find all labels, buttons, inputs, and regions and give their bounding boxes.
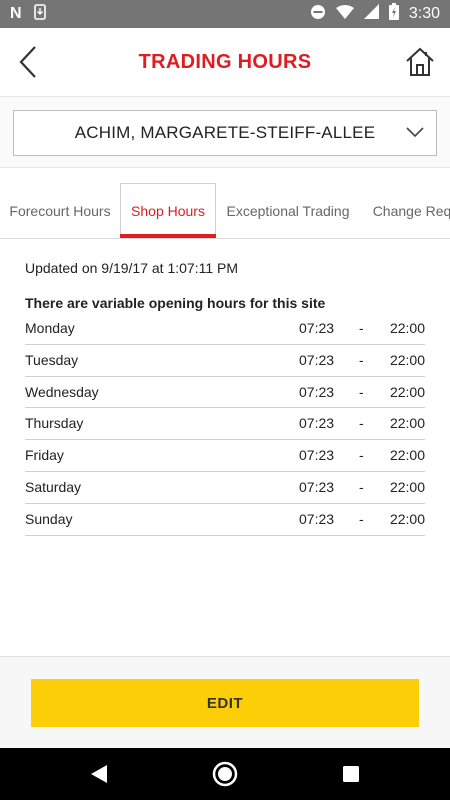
chevron-down-icon — [406, 125, 424, 143]
open-time: 07:23 — [299, 510, 335, 527]
do-not-disturb-icon — [310, 4, 326, 25]
open-time: 07:23 — [299, 478, 335, 495]
tab-forecourt-hours[interactable]: Forecourt Hours — [0, 183, 120, 238]
close-time: 22:00 — [389, 383, 425, 400]
table-row: Wednesday 07:23 - 22:00 — [25, 377, 425, 409]
back-chevron-icon — [19, 46, 36, 78]
close-time: 22:00 — [389, 415, 425, 432]
selected-site-name: ACHIM, MARGARETE-STEIFF-ALLEE — [74, 123, 376, 142]
close-time: 22:00 — [389, 478, 425, 495]
open-time: 07:23 — [299, 320, 335, 336]
status-bar: N 3:30 — [0, 0, 450, 28]
time-separator: - — [359, 351, 364, 368]
updated-timestamp: Updated on 9/19/17 at 1:07:11 PM — [25, 260, 239, 276]
footer-action-area: EDIT — [0, 656, 450, 748]
open-time: 07:23 — [299, 351, 335, 368]
close-time: 22:00 — [389, 351, 425, 368]
home-button[interactable] — [400, 42, 440, 82]
nav-recents-icon — [343, 766, 359, 782]
table-row: Saturday 07:23 - 22:00 — [25, 472, 425, 504]
shop-hours-content: Updated on 9/19/17 at 1:07:11 PM There a… — [0, 240, 450, 656]
status-time: 3:30 — [408, 5, 440, 22]
open-time: 07:23 — [299, 415, 335, 432]
day-label: Monday — [25, 320, 75, 336]
nav-back-icon — [91, 765, 107, 783]
nav-back-button[interactable] — [84, 760, 114, 788]
day-label: Thursday — [25, 415, 84, 432]
phone-icon — [33, 3, 46, 25]
tab-exceptional-trading[interactable]: Exceptional Trading — [216, 183, 360, 238]
table-row: Thursday 07:23 - 22:00 — [25, 408, 425, 441]
close-time: 22:00 — [389, 447, 425, 464]
hours-table: Monday 07:23 - 22:00 Tuesday 07:23 - 22:… — [25, 313, 425, 536]
day-label: Wednesday — [25, 383, 99, 400]
close-time: 22:00 — [389, 320, 425, 336]
day-label: Tuesday — [25, 351, 79, 368]
nav-home-button[interactable] — [210, 760, 240, 788]
time-separator: - — [359, 478, 364, 495]
nav-recents-button[interactable] — [336, 760, 366, 788]
page-title: TRADING HOURS — [138, 50, 312, 73]
battery-charging-icon — [388, 3, 399, 25]
day-label: Friday — [25, 447, 64, 464]
table-row: Monday 07:23 - 22:00 — [25, 313, 425, 345]
table-row: Tuesday 07:23 - 22:00 — [25, 345, 425, 377]
app-header: TRADING HOURS — [0, 28, 450, 96]
close-time: 22:00 — [389, 510, 425, 527]
tab-shop-hours[interactable]: Shop Hours — [120, 183, 216, 238]
time-separator: - — [359, 320, 364, 336]
notification-n-icon: N — [10, 5, 22, 22]
home-icon — [406, 47, 434, 76]
time-separator: - — [359, 510, 364, 527]
edit-button[interactable]: EDIT — [31, 679, 419, 727]
tab-change-request[interactable]: Change Req — [360, 183, 450, 238]
variable-hours-notice: There are variable opening hours for thi… — [25, 295, 326, 311]
time-separator: - — [359, 447, 364, 464]
site-selector-area: ACHIM, MARGARETE-STEIFF-ALLEE — [0, 96, 450, 168]
day-label: Saturday — [25, 478, 82, 495]
wifi-icon — [335, 4, 354, 24]
time-separator: - — [359, 383, 364, 400]
table-row: Friday 07:23 - 22:00 — [25, 440, 425, 472]
nav-home-icon — [212, 761, 238, 787]
system-nav-bar — [0, 748, 450, 800]
back-button[interactable] — [10, 42, 46, 82]
time-separator: - — [359, 415, 364, 432]
open-time: 07:23 — [299, 447, 335, 464]
tab-bar: Forecourt Hours Shop Hours Exceptional T… — [0, 183, 450, 239]
open-time: 07:23 — [299, 383, 335, 400]
table-row: Sunday 07:23 - 22:00 — [25, 504, 425, 536]
site-dropdown[interactable]: ACHIM, MARGARETE-STEIFF-ALLEE — [13, 110, 437, 156]
signal-icon — [363, 4, 379, 24]
day-label: Sunday — [25, 510, 73, 527]
